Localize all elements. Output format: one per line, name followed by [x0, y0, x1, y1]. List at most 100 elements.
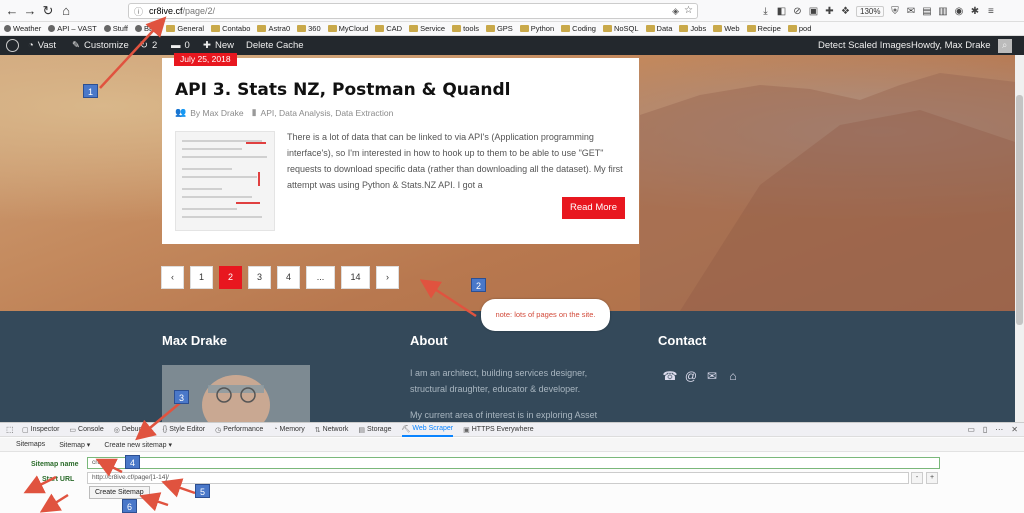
element-picker-icon[interactable]: ⬚ [6, 425, 14, 434]
devtools-tab-inspector[interactable]: ▢ Inspector [22, 423, 59, 437]
devtools-tab-memory[interactable]: ◔ Memory [273, 423, 305, 437]
bookmark-label: 360 [308, 24, 321, 33]
remove-url-button[interactable]: - [911, 472, 923, 484]
bookmark-item[interactable]: Stuff [103, 24, 128, 33]
extension-icon[interactable]: ◧ [776, 6, 787, 17]
addon-icon[interactable]: ✚ [824, 6, 835, 17]
account-icon[interactable]: ◉ [953, 6, 964, 17]
wordpress-logo-icon[interactable] [6, 36, 19, 55]
bookmark-item[interactable]: Web [713, 24, 740, 33]
bookmark-item[interactable]: Python [519, 24, 554, 33]
bookmark-item[interactable]: Weather [4, 24, 41, 33]
bookmark-star-icon[interactable]: ☆ [684, 4, 693, 18]
bookmark-item[interactable]: Jobs [679, 24, 706, 33]
shield-icon[interactable]: ⛨ [889, 6, 900, 17]
home-icon[interactable]: ⌂ [58, 3, 74, 19]
devtools-tab-https-everywhere[interactable]: ▣ HTTPS Everywhere [463, 423, 533, 437]
pagination-page-ellipsis[interactable]: ... [306, 266, 335, 289]
pagination-page-1[interactable]: 1 [190, 266, 213, 289]
responsive-icon[interactable]: ▯ [983, 425, 987, 434]
bookmark-item[interactable]: tools [452, 24, 479, 33]
web-scraper-nav-item[interactable]: Sitemaps [16, 441, 45, 448]
admin-updates-link[interactable]: ↻ 2 [140, 36, 157, 55]
download-icon[interactable]: ⤓ [760, 6, 771, 17]
at-sign-icon[interactable]: @ [683, 369, 699, 384]
address-icon[interactable]: ⌂ [725, 369, 741, 384]
options-icon[interactable]: ⋯ [995, 425, 1003, 434]
devtools-tab-network[interactable]: ⇅ Network [315, 423, 349, 437]
devtools-tab-performance[interactable]: ◷ Performance [215, 423, 263, 437]
admin-search-icon[interactable]: ⌕ [1002, 36, 1007, 55]
bookmark-item[interactable]: Service [409, 24, 445, 33]
devtools-tab-console[interactable]: ▭ Console [69, 423, 103, 437]
back-icon[interactable]: ← [4, 3, 20, 19]
bookmark-label: Astra0 [268, 24, 291, 33]
pocket-icon[interactable]: ◈ [672, 4, 679, 18]
bookmark-item[interactable]: Astra0 [257, 24, 290, 33]
sitemap-name-field[interactable]: cr8ive [87, 457, 940, 469]
forward-icon[interactable]: → [22, 3, 38, 19]
pagination-next-button[interactable]: › [376, 266, 399, 289]
bookmark-item[interactable]: MyCloud [327, 24, 368, 33]
add-url-button[interactable]: + [926, 472, 938, 484]
admin-account-link[interactable]: Howdy, Max Drake [911, 36, 1012, 55]
bookmark-label: Stuff [112, 24, 128, 33]
post-categories[interactable]: API, Data Analysis, Data Extraction [261, 108, 394, 118]
admin-delete-cache-link[interactable]: Delete Cache [246, 36, 304, 55]
bookmark-item[interactable]: API – VAST [48, 24, 97, 33]
admin-site-link[interactable]: ◔ Vast [28, 36, 56, 55]
admin-detect-scaled-link[interactable]: Detect Scaled Images [818, 36, 911, 55]
bookmark-item[interactable]: Data [645, 24, 672, 33]
read-more-button[interactable]: Read More [562, 197, 625, 219]
bookmark-item[interactable]: 360 [297, 24, 321, 33]
web-scraper-nav-item[interactable]: Create new sitemap ▾ [104, 441, 172, 449]
pagination-page-4[interactable]: 4 [277, 266, 300, 289]
dashboard-icon: ◔ [28, 40, 34, 51]
post-author[interactable]: By Max Drake [190, 108, 243, 118]
bookmark-item[interactable]: CAD [375, 24, 402, 33]
zoom-level[interactable]: 130% [856, 5, 885, 17]
post-date-badge[interactable]: July 25, 2018 [174, 53, 237, 66]
start-url-field[interactable]: http://cr8ive.cf/page/[1-14]/ [87, 472, 909, 484]
bookmark-item[interactable]: pod [787, 24, 811, 33]
close-devtools-icon[interactable]: ✕ [1011, 425, 1018, 434]
envelope-icon[interactable]: ✉ [704, 369, 720, 384]
footer-title-max-drake: Max Drake [162, 333, 228, 348]
post-thumbnail[interactable] [175, 131, 275, 231]
puzzle-icon[interactable]: ❖ [840, 6, 851, 17]
bookmark-item[interactable]: Recipe [746, 24, 781, 33]
pagination-page-3[interactable]: 3 [248, 266, 271, 289]
screenshot-icon[interactable]: ▣ [808, 6, 819, 17]
devtools-tab-storage[interactable]: ▤ Storage [358, 423, 391, 437]
menu-icon[interactable]: ≡ [985, 6, 996, 17]
bookmark-item[interactable]: GPS [485, 24, 513, 33]
mail-icon[interactable]: ✉ [905, 6, 916, 17]
scroll-thumb[interactable] [1016, 95, 1023, 325]
bookmark-item[interactable]: Contabo [211, 24, 250, 33]
phone-icon[interactable]: ☎ [662, 369, 678, 384]
bookmark-item[interactable]: NoSQL [602, 24, 639, 33]
pagination-page-2[interactable]: 2 [219, 266, 242, 289]
blocker-icon[interactable]: ⊘ [792, 6, 803, 17]
create-sitemap-button[interactable]: Create Sitemap [89, 486, 150, 499]
pagination-page-14[interactable]: 14 [341, 266, 370, 289]
bookmark-item[interactable]: BBC [134, 24, 159, 33]
reload-icon[interactable]: ↻ [40, 3, 56, 19]
pagination-prev-button[interactable]: ‹ [161, 266, 184, 289]
devtools-tab-web-scraper[interactable]: ⛏ Web Scraper [401, 423, 454, 437]
site-info-icon[interactable]: ⓘ [134, 5, 143, 19]
admin-customize-link[interactable]: ✎ Customize [72, 36, 129, 55]
bookmark-item[interactable]: Coding [561, 24, 596, 33]
url-bar[interactable]: ⓘ cr8ive.cf/page/2/ ◈ ☆ [128, 3, 698, 19]
page-scrollbar[interactable] [1015, 55, 1024, 422]
devtools-tab-debugger[interactable]: ◎ Debugger [114, 423, 153, 437]
library-icon[interactable]: ▤ [921, 6, 932, 17]
web-scraper-nav-item[interactable]: Sitemap ▾ [59, 441, 90, 449]
post-title[interactable]: API 3. Stats NZ, Postman & Quandl [175, 80, 510, 100]
sync-icon[interactable]: ✱ [969, 6, 980, 17]
bookmark-item[interactable]: General [166, 24, 204, 33]
dock-icon[interactable]: ▭ [967, 425, 975, 434]
devtools-tab-style-editor[interactable]: {} Style Editor [163, 423, 205, 437]
url-host: cr8ive.cf [149, 6, 183, 16]
sidebar-icon[interactable]: ▥ [937, 6, 948, 17]
